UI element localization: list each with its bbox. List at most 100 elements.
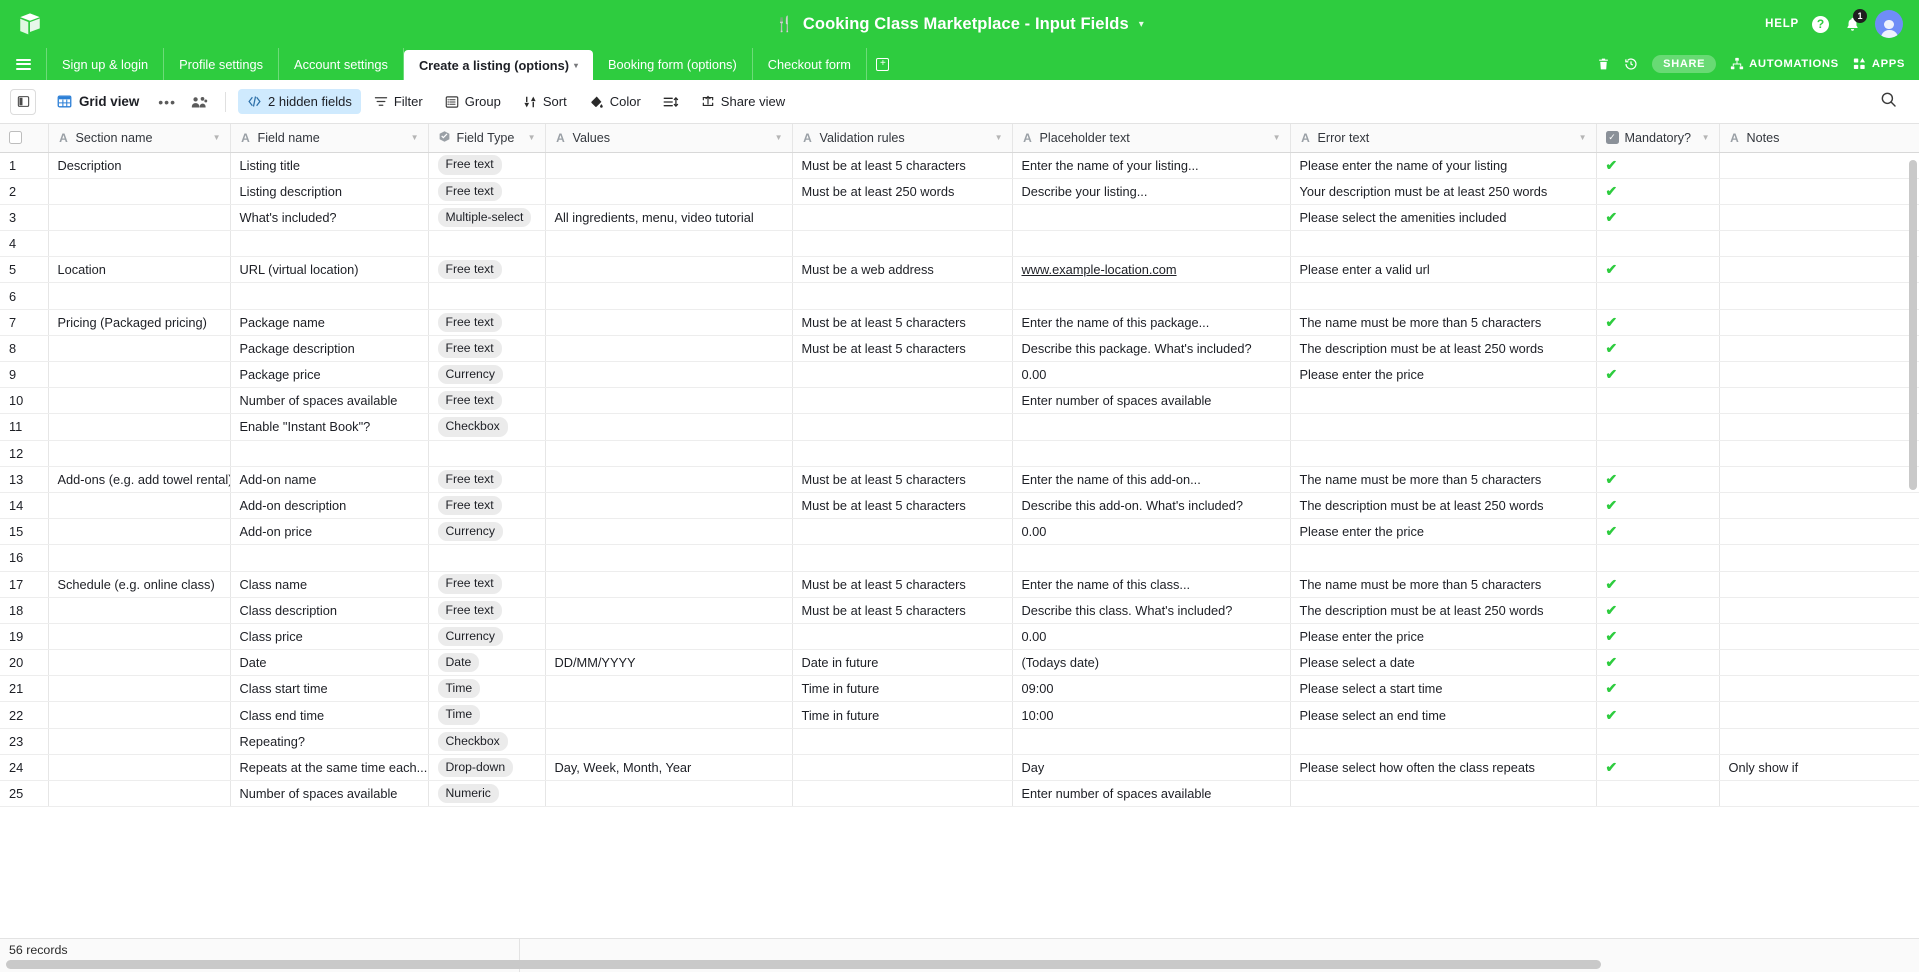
- column-header-validation-rules[interactable]: A Validation rules ▼: [792, 124, 1013, 153]
- table-row[interactable]: 16: [0, 544, 1919, 572]
- cell-mandatory[interactable]: [1596, 728, 1720, 755]
- cell-values[interactable]: Day, Week, Month, Year: [545, 754, 793, 782]
- cell-field-type[interactable]: Free text: [428, 152, 546, 179]
- cell-field-name[interactable]: Repeats at the same time each...: [230, 754, 429, 782]
- table-row[interactable]: 25 Number of spaces available Numeric Enter…: [0, 780, 1919, 808]
- cell-validation-rules[interactable]: Date in future: [792, 649, 1013, 677]
- chevron-down-icon[interactable]: ▼: [1702, 133, 1710, 142]
- cell-error-text[interactable]: [1290, 230, 1597, 258]
- cell-section-name[interactable]: Description: [48, 152, 231, 179]
- view-name-button[interactable]: Grid view: [48, 89, 148, 114]
- cell-values[interactable]: [545, 413, 793, 441]
- cell-mandatory[interactable]: [1596, 282, 1720, 310]
- cell-placeholder-text[interactable]: [1012, 728, 1291, 755]
- cell-section-name[interactable]: [48, 204, 231, 232]
- cell-notes[interactable]: [1719, 361, 1919, 389]
- cell-field-name[interactable]: Package description: [230, 335, 429, 363]
- cell-placeholder-text[interactable]: 0.00: [1012, 623, 1291, 651]
- tab-profile-settings[interactable]: Profile settings: [164, 48, 280, 80]
- cell-section-name[interactable]: Pricing (Packaged pricing): [48, 309, 231, 336]
- cell-notes[interactable]: [1719, 597, 1919, 624]
- table-row[interactable]: 22 Class end time Time Time in future 10:00 P…: [0, 701, 1919, 729]
- cell-placeholder-text[interactable]: Day: [1012, 754, 1291, 782]
- cell-placeholder-text[interactable]: 0.00: [1012, 361, 1291, 389]
- cell-values[interactable]: [545, 544, 793, 572]
- cell-notes[interactable]: [1719, 701, 1919, 729]
- side-panel-icon[interactable]: [10, 88, 36, 115]
- help-label[interactable]: HELP: [1765, 18, 1799, 30]
- cell-mandatory[interactable]: [1596, 780, 1720, 808]
- cell-error-text[interactable]: Please enter the name of your listing: [1290, 152, 1597, 179]
- cell-values[interactable]: [545, 387, 793, 415]
- page-title[interactable]: Cooking Class Marketplace - Input Fields: [803, 15, 1129, 34]
- cell-field-name[interactable]: Date: [230, 649, 429, 677]
- cell-notes[interactable]: [1719, 152, 1919, 179]
- chevron-down-icon[interactable]: ▾: [1139, 19, 1144, 30]
- table-row[interactable]: 18 Class description Free text Must be at l…: [0, 597, 1919, 624]
- apps-button[interactable]: APPS: [1853, 57, 1905, 71]
- cell-mandatory[interactable]: ✔: [1596, 754, 1720, 782]
- cell-field-type[interactable]: Free text: [428, 571, 546, 598]
- cell-field-type[interactable]: Currency: [428, 623, 546, 651]
- cell-placeholder-text[interactable]: Enter the name of this class...: [1012, 571, 1291, 598]
- history-icon[interactable]: [1624, 57, 1638, 71]
- cell-field-name[interactable]: Number of spaces available: [230, 387, 429, 415]
- cell-field-type[interactable]: Multiple-select: [428, 204, 546, 232]
- cell-notes[interactable]: [1719, 544, 1919, 572]
- cell-section-name[interactable]: [48, 335, 231, 363]
- cell-mandatory[interactable]: ✔: [1596, 649, 1720, 677]
- cell-values[interactable]: [545, 309, 793, 336]
- cell-error-text[interactable]: Please select an end time: [1290, 701, 1597, 729]
- cell-validation-rules[interactable]: Time in future: [792, 675, 1013, 703]
- cell-validation-rules[interactable]: [792, 413, 1013, 441]
- cell-field-name[interactable]: [230, 282, 429, 310]
- chevron-down-icon[interactable]: ▼: [213, 133, 221, 142]
- cell-error-text[interactable]: Please enter the price: [1290, 361, 1597, 389]
- cell-error-text[interactable]: Please select how often the class repeat…: [1290, 754, 1597, 782]
- cell-validation-rules[interactable]: [792, 361, 1013, 389]
- chevron-down-icon[interactable]: ▼: [1579, 133, 1587, 142]
- cell-notes[interactable]: [1719, 282, 1919, 310]
- table-row[interactable]: 14 Add-on description Free text Must be at …: [0, 492, 1919, 520]
- add-table-button[interactable]: +: [867, 48, 899, 80]
- cell-notes[interactable]: Only show if: [1719, 754, 1919, 782]
- cell-validation-rules[interactable]: Must be at least 5 characters: [792, 597, 1013, 624]
- cell-section-name[interactable]: [48, 728, 231, 755]
- cell-error-text[interactable]: The description must be at least 250 wor…: [1290, 597, 1597, 624]
- cell-mandatory[interactable]: ✔: [1596, 335, 1720, 363]
- tab-booking-form-options[interactable]: Booking form (options): [593, 48, 753, 80]
- cell-notes[interactable]: [1719, 780, 1919, 808]
- cell-error-text[interactable]: [1290, 387, 1597, 415]
- cell-placeholder-text[interactable]: Describe your listing...: [1012, 178, 1291, 205]
- cell-validation-rules[interactable]: [792, 544, 1013, 572]
- cell-field-type[interactable]: [428, 282, 546, 310]
- trash-icon[interactable]: [1597, 57, 1610, 71]
- cell-mandatory[interactable]: [1596, 387, 1720, 415]
- cell-field-type[interactable]: Free text: [428, 492, 546, 520]
- cell-section-name[interactable]: Add-ons (e.g. add towel rental): [48, 466, 231, 493]
- chevron-down-icon[interactable]: ▼: [411, 133, 419, 142]
- column-header-mandatory[interactable]: ✓ Mandatory? ▼: [1596, 124, 1720, 153]
- table-row[interactable]: 21 Class start time Time Time in future 09:0…: [0, 675, 1919, 703]
- cell-mandatory[interactable]: ✔: [1596, 623, 1720, 651]
- cell-placeholder-text[interactable]: Describe this package. What's included?: [1012, 335, 1291, 363]
- cell-notes[interactable]: [1719, 728, 1919, 755]
- cell-notes[interactable]: [1719, 649, 1919, 677]
- table-row[interactable]: 1 Description Listing title Free text Must b…: [0, 152, 1919, 179]
- group-button[interactable]: Group: [436, 89, 510, 114]
- cell-notes[interactable]: [1719, 256, 1919, 284]
- cell-notes[interactable]: [1719, 204, 1919, 232]
- cell-placeholder-text[interactable]: 0.00: [1012, 518, 1291, 546]
- cell-field-name[interactable]: Add-on price: [230, 518, 429, 546]
- table-row[interactable]: 2 Listing description Free text Must be at …: [0, 178, 1919, 205]
- cell-section-name[interactable]: [48, 597, 231, 624]
- cell-section-name[interactable]: [48, 413, 231, 441]
- column-header-values[interactable]: A Values ▼: [545, 124, 793, 153]
- cell-validation-rules[interactable]: Must be at least 5 characters: [792, 492, 1013, 520]
- cell-placeholder-text[interactable]: [1012, 204, 1291, 232]
- avatar[interactable]: [1875, 10, 1903, 38]
- cell-mandatory[interactable]: [1596, 413, 1720, 441]
- cell-field-name[interactable]: Class end time: [230, 701, 429, 729]
- question-circle-icon[interactable]: ?: [1812, 15, 1829, 33]
- grid-container[interactable]: A Section name ▼ A Field name ▼ Field Type ▼ A Va…: [0, 124, 1919, 972]
